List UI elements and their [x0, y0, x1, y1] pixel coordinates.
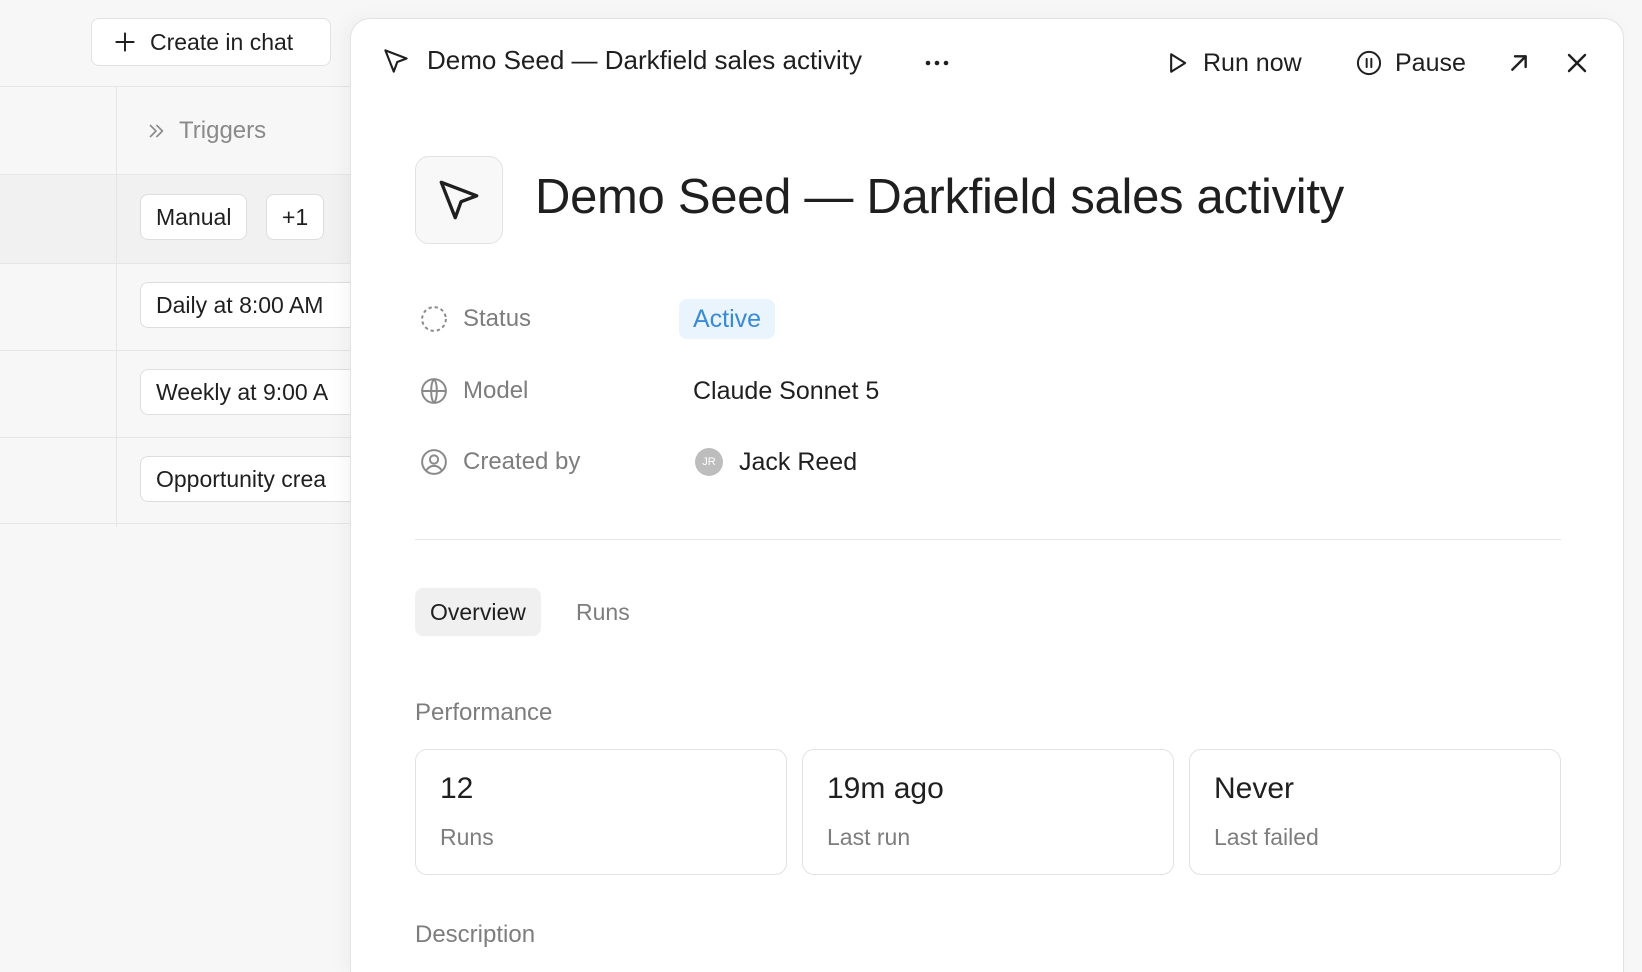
play-icon: [1170, 53, 1187, 73]
tab-runs[interactable]: Runs: [561, 588, 645, 636]
tab-overview[interactable]: Overview: [415, 588, 541, 636]
divider: [0, 86, 360, 87]
run-now-label: Run now: [1203, 48, 1302, 77]
run-now-button[interactable]: Run now: [1163, 45, 1302, 81]
trigger-pill[interactable]: Daily at 8:00 AM: [140, 282, 370, 328]
more-options-button[interactable]: [919, 49, 955, 77]
status-property-label: Status: [419, 299, 531, 339]
model-property-label: Model: [419, 371, 528, 411]
column-divider: [116, 87, 117, 527]
trigger-pill[interactable]: Manual: [140, 194, 248, 240]
created-by-label: Created by: [463, 448, 581, 475]
divider: [0, 437, 360, 438]
created-by-value[interactable]: JR Jack Reed: [695, 442, 857, 482]
close-icon: [1567, 53, 1587, 73]
pause-label: Pause: [1395, 48, 1466, 77]
user-circle-icon: [421, 449, 447, 475]
more-horizontal-icon: [925, 60, 949, 66]
description-heading: Description: [415, 921, 536, 948]
page-title: Demo Seed — Darkfield sales activity: [535, 170, 1344, 224]
close-button[interactable]: [1561, 47, 1593, 79]
cursor-pointer-icon: [384, 48, 408, 73]
created-by-property-label: Created by: [419, 442, 580, 482]
stat-value: Never: [1214, 772, 1295, 805]
automation-detail-drawer: Demo Seed — Darkfield sales activity Run…: [350, 18, 1624, 972]
divider: [0, 523, 360, 524]
stat-value: 12: [440, 772, 474, 805]
stat-value: 19m ago: [827, 772, 944, 805]
trigger-pill[interactable]: Opportunity crea: [140, 456, 370, 502]
pause-circle-icon: [1356, 50, 1382, 76]
performance-heading: Performance: [415, 699, 553, 726]
arrow-up-right-icon: [1511, 55, 1527, 71]
status-dashed-circle-icon: [421, 306, 447, 332]
drawer-header: Demo Seed — Darkfield sales activity Run…: [351, 19, 1623, 105]
automation-icon-tile: [415, 156, 503, 244]
stat-card-last-failed: Never Last failed: [1189, 749, 1561, 875]
plus-icon: [115, 32, 135, 52]
stat-label: Runs: [440, 824, 494, 850]
created-by-name: Jack Reed: [739, 447, 858, 476]
cursor-pointer-icon: [439, 180, 479, 220]
drawer-title-text: Demo Seed — Darkfield sales activity: [427, 45, 862, 75]
globe-icon: [421, 378, 447, 404]
trigger-pill[interactable]: Weekly at 9:00 A: [140, 369, 370, 415]
create-in-chat-label: Create in chat: [150, 28, 294, 55]
section-divider: [415, 539, 1561, 540]
stat-card-last-run: 19m ago Last run: [802, 749, 1174, 875]
stat-card-runs: 12 Runs: [415, 749, 787, 875]
status-label: Status: [463, 305, 532, 332]
model-value[interactable]: Claude Sonnet 5: [693, 371, 879, 411]
divider: [0, 263, 360, 264]
chevrons-right-icon: [149, 124, 164, 138]
drawer-title: Demo Seed — Darkfield sales activity: [381, 45, 862, 76]
triggers-header-label: Triggers: [179, 117, 267, 144]
model-label: Model: [463, 377, 529, 404]
pause-button[interactable]: Pause: [1355, 45, 1466, 81]
divider: [0, 350, 360, 351]
stat-label: Last run: [827, 824, 911, 850]
status-badge[interactable]: Active: [679, 299, 776, 339]
stat-label: Last failed: [1214, 824, 1319, 850]
trigger-more-pill[interactable]: +1: [266, 194, 325, 240]
create-in-chat-button[interactable]: Create in chat: [91, 18, 331, 66]
avatar: JR: [695, 448, 723, 476]
automations-list-background: Create in chat Triggers Manual +1 Daily …: [0, 0, 370, 972]
open-full-page-button[interactable]: [1503, 47, 1535, 79]
triggers-column-header[interactable]: Triggers: [145, 114, 266, 148]
